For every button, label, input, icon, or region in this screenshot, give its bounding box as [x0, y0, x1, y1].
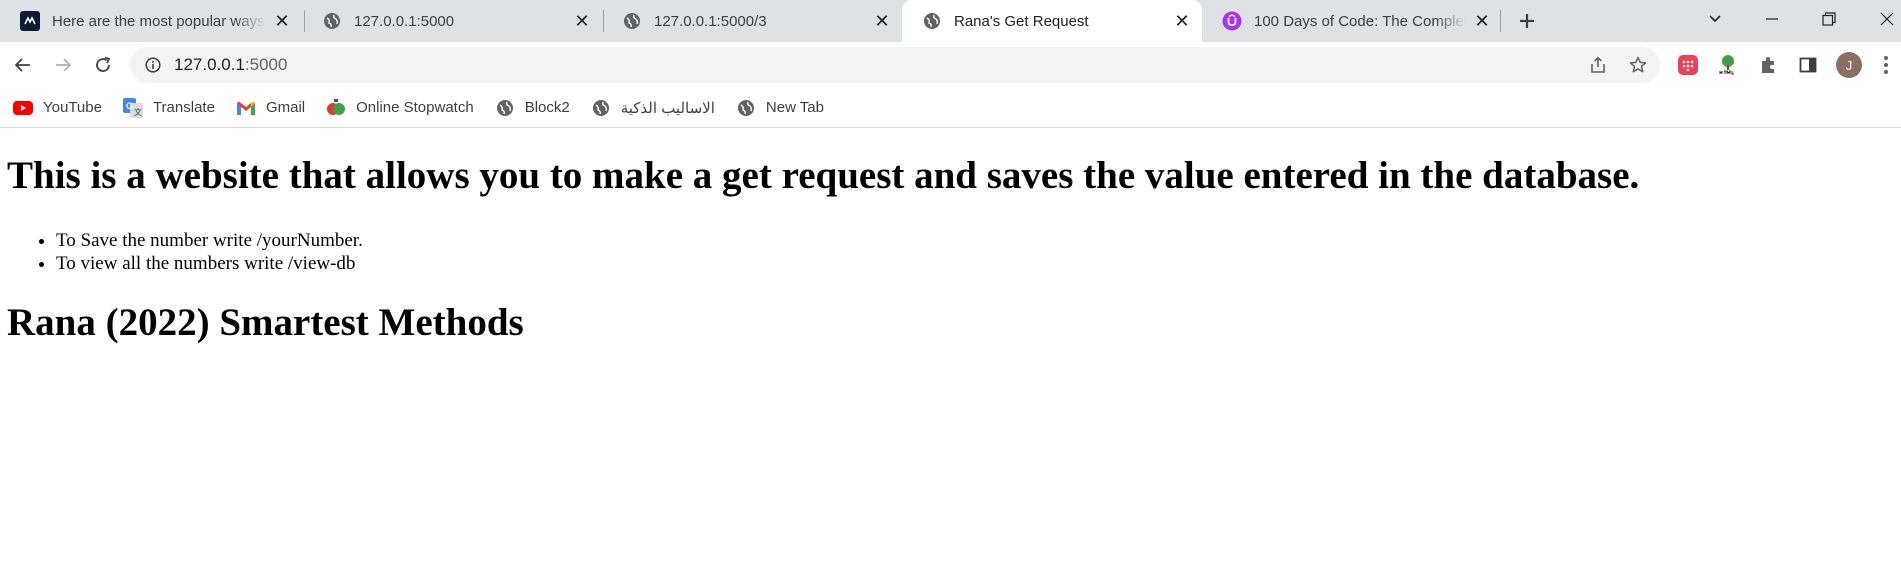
- close-icon[interactable]: ✕: [272, 11, 292, 31]
- page-content: This is a website that allows you to mak…: [0, 128, 1901, 575]
- list-item: To Save the number write /yourNumber.: [56, 229, 363, 252]
- tab-title: 100 Days of Code: The Complete: [1254, 12, 1466, 30]
- bookmark-label: Translate: [152, 99, 215, 116]
- reload-button[interactable]: [88, 50, 118, 80]
- address-bar[interactable]: 127.0.0.1:5000: [130, 47, 1660, 83]
- url-host: 127.0.0.1: [174, 55, 245, 74]
- stopwatch-icon: [326, 98, 346, 118]
- bookmark-smart-methods[interactable]: الاساليب الذكية: [591, 94, 715, 122]
- arrow-right-icon: [56, 58, 72, 72]
- globe-icon: [322, 11, 342, 31]
- close-window-button[interactable]: [1864, 0, 1901, 38]
- bookmarks-bar: YouTube G文 Translate Gmail Online Stopwa…: [0, 88, 1901, 128]
- globe-icon: [922, 11, 942, 31]
- svg-text:G: G: [126, 101, 133, 111]
- tab-localhost[interactable]: 127.0.0.1:5000 ✕: [302, 0, 602, 42]
- bookmark-label: الاساليب الذكية: [620, 99, 715, 117]
- close-icon[interactable]: ✕: [1172, 11, 1192, 31]
- chevron-down-icon: [1709, 15, 1721, 23]
- menu-button[interactable]: [1878, 52, 1894, 78]
- share-icon: [1591, 56, 1605, 73]
- tab-localhost-3[interactable]: 127.0.0.1:5000/3 ✕: [602, 0, 902, 42]
- svg-text:文: 文: [134, 107, 142, 117]
- puzzle-icon: [1762, 57, 1774, 73]
- bookmark-label: Online Stopwatch: [356, 99, 474, 116]
- tab-ranas-get-request[interactable]: Rana's Get Request ✕: [902, 0, 1202, 42]
- arrow-left-icon: [14, 58, 30, 72]
- avatar-initial: J: [1845, 57, 1853, 73]
- back-button[interactable]: [8, 50, 38, 80]
- bookmark-youtube[interactable]: YouTube: [13, 94, 102, 122]
- menu-dot: [1884, 63, 1888, 67]
- bookmark-online-stopwatch[interactable]: Online Stopwatch: [326, 94, 474, 122]
- bookmark-label: New Tab: [765, 99, 824, 116]
- list-item: To view all the numbers write /view-db: [56, 252, 363, 275]
- globe-icon: [736, 98, 756, 118]
- url-port: :5000: [244, 55, 288, 74]
- url-text: 127.0.0.1:5000: [174, 55, 287, 75]
- tab-strip: Here are the most popular ways t ✕ 127.0…: [0, 0, 1901, 42]
- tab-title: Rana's Get Request: [954, 12, 1089, 30]
- extension-html-tree-button[interactable]: [1715, 52, 1741, 78]
- translate-icon: G文: [122, 97, 143, 118]
- minimize-button[interactable]: [1749, 0, 1795, 38]
- side-panel-icon: [1799, 57, 1817, 73]
- share-button[interactable]: [1584, 51, 1612, 79]
- menu-dot: [1884, 70, 1888, 74]
- reload-icon: [96, 56, 111, 72]
- tab-udemy[interactable]: 100 Days of Code: The Complete ✕: [1202, 0, 1502, 42]
- extension-timer-button[interactable]: [1675, 52, 1701, 78]
- tab-title: 127.0.0.1:5000: [354, 12, 455, 30]
- forward-button[interactable]: [48, 50, 78, 80]
- page-subheading: Rana (2022) Smartest Methods: [7, 301, 524, 344]
- close-icon[interactable]: ✕: [872, 11, 892, 31]
- globe-icon: [591, 98, 611, 118]
- bookmark-block2[interactable]: Block2: [495, 94, 570, 122]
- site-info-icon[interactable]: [144, 56, 162, 74]
- globe-icon: [622, 11, 642, 31]
- udemy-icon: [1222, 11, 1242, 31]
- html-tree-icon: [1719, 55, 1737, 75]
- globe-icon: [495, 98, 515, 118]
- restore-button[interactable]: [1806, 0, 1852, 38]
- new-tab-button[interactable]: [1512, 6, 1542, 36]
- browser-chrome: Here are the most popular ways t ✕ 127.0…: [0, 0, 1901, 128]
- tab-search-button[interactable]: [1692, 0, 1738, 38]
- bookmark-star-button[interactable]: [1624, 51, 1652, 79]
- tab-divider: [1500, 10, 1501, 32]
- close-icon: [1880, 12, 1894, 26]
- menu-dot: [1884, 56, 1888, 60]
- bookmark-translate[interactable]: G文 Translate: [122, 94, 215, 122]
- minimize-icon: [1766, 18, 1778, 20]
- tab-title: Here are the most popular ways t: [52, 12, 266, 30]
- page-heading: This is a website that allows you to mak…: [7, 154, 1640, 197]
- restore-icon: [1822, 12, 1836, 26]
- tab-alpine[interactable]: Here are the most popular ways t ✕: [0, 0, 302, 42]
- instructions-list: To Save the number write /yourNumber. To…: [0, 229, 363, 275]
- close-icon[interactable]: ✕: [1472, 11, 1492, 31]
- youtube-icon: [13, 98, 33, 118]
- bookmark-label: Gmail: [265, 99, 306, 116]
- star-icon: [1629, 56, 1647, 73]
- gmail-icon: [236, 98, 256, 118]
- close-icon[interactable]: ✕: [572, 11, 592, 31]
- timer-extension-icon: [1678, 55, 1698, 75]
- profile-avatar[interactable]: J: [1836, 52, 1862, 78]
- bookmark-label: YouTube: [43, 99, 102, 116]
- tab-title: 127.0.0.1:5000/3: [654, 12, 767, 30]
- bookmark-label: Block2: [524, 99, 570, 116]
- bookmark-new-tab[interactable]: New Tab: [736, 94, 824, 122]
- extensions-button[interactable]: [1755, 52, 1781, 78]
- side-panel-button[interactable]: [1795, 52, 1821, 78]
- alpine-logo-icon: [20, 11, 40, 31]
- browser-toolbar: 127.0.0.1:5000 J: [0, 42, 1901, 88]
- bookmark-gmail[interactable]: Gmail: [236, 94, 305, 122]
